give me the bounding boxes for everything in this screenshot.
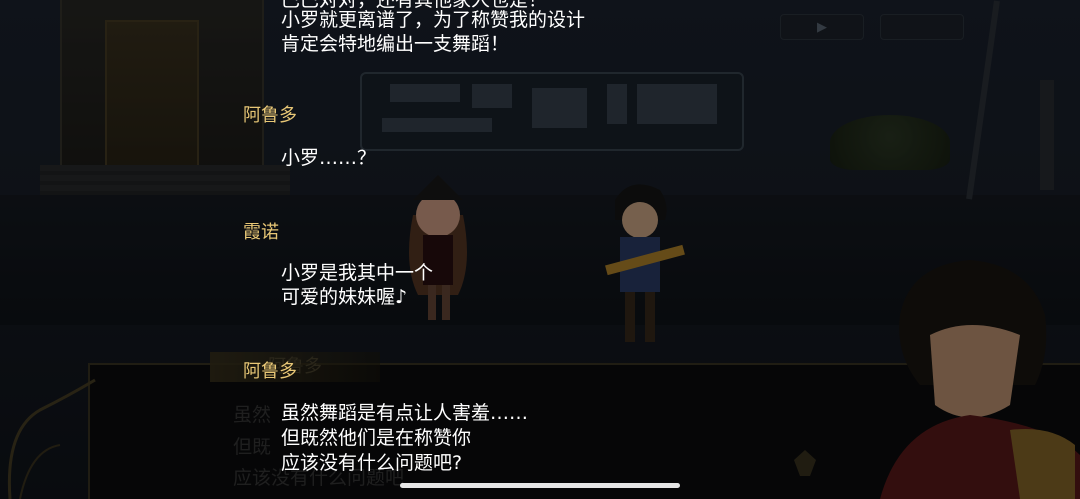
log-speaker-name: 阿鲁多 [243,105,297,126]
log-line: 小罗是我其中一个 [281,262,434,284]
log-line: 肯定会特地编出一支舞蹈！ [281,33,510,55]
log-speaker-name: 阿鲁多 [243,361,297,382]
log-line: 小罗就更离谱了，为了称赞我的设计 [281,9,586,31]
backlog-dim-overlay [0,0,1080,499]
log-line: 虽然舞蹈是有点让人害羞…… [281,402,529,424]
log-line: 但既然他们是在称赞你 [281,427,472,449]
home-indicator-bar[interactable] [400,483,680,488]
log-line: 应该没有什么问题吧? [281,452,463,474]
log-speaker-name: 霞诺 [243,222,279,243]
log-line: 可爱的妹妹喔♪ [281,286,408,308]
log-line: 小罗……？ [281,147,377,169]
